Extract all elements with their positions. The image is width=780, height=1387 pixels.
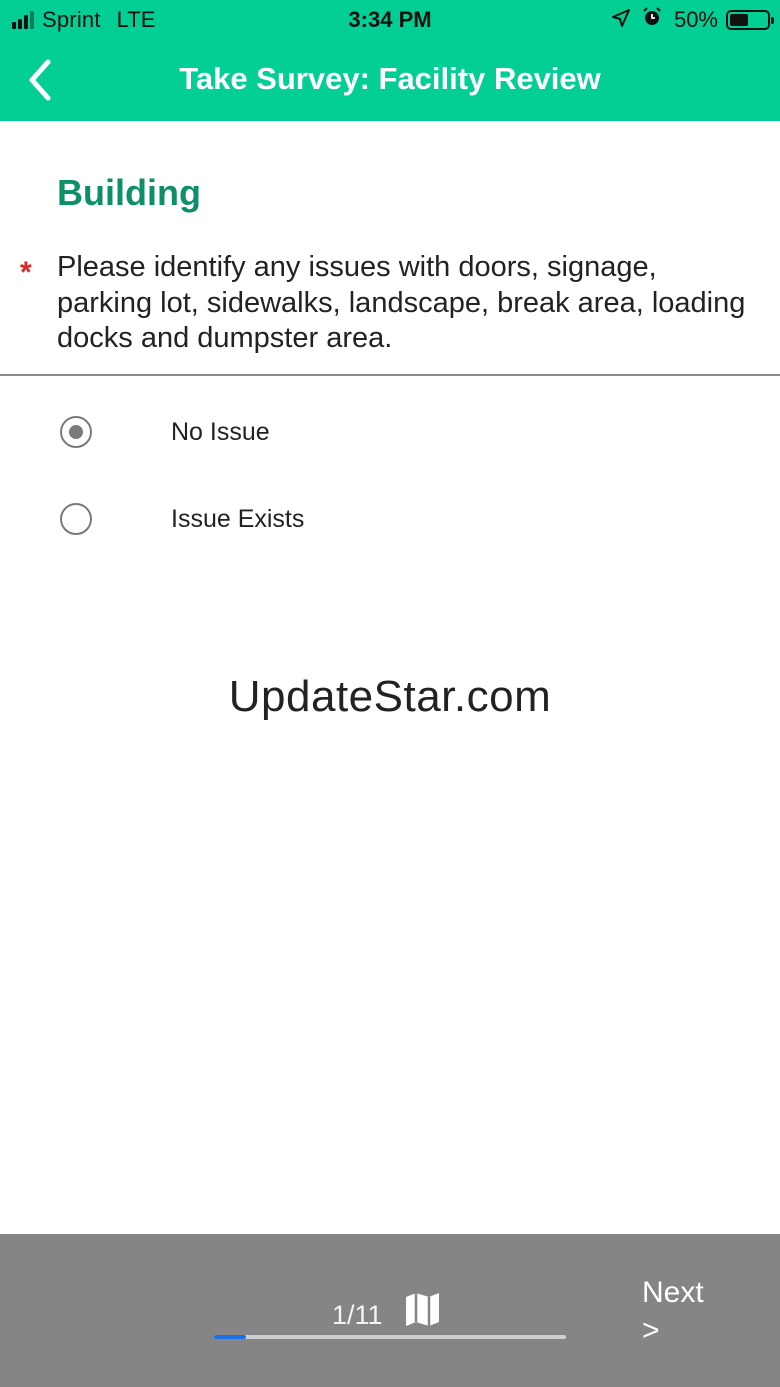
status-bar: Sprint LTE 3:34 PM 50%	[0, 0, 780, 40]
required-marker: *	[20, 256, 32, 289]
battery-icon	[726, 10, 774, 30]
watermark: UpdateStar.com	[228, 672, 552, 721]
option-label: Issue Exists	[171, 505, 305, 533]
option-label: No Issue	[171, 418, 270, 446]
option-no-issue[interactable]: No Issue	[0, 402, 780, 462]
page-title: Take Survey: Facility Review	[179, 61, 601, 96]
progress-bar-fill	[214, 1335, 246, 1339]
map-icon[interactable]	[404, 1292, 441, 1327]
divider	[0, 374, 780, 376]
radio-selected-dot	[69, 425, 83, 439]
footer-bar: 1/11 Next >	[0, 1234, 780, 1387]
app-header: Sprint LTE 3:34 PM 50% Take Survey: Faci…	[0, 0, 780, 121]
section-title: Building	[57, 172, 201, 213]
battery-percent: 50%	[673, 7, 718, 32]
question-text: Please identify any issues with doors, s…	[57, 251, 746, 354]
location-arrow-icon	[611, 7, 630, 33]
progress-bar	[214, 1335, 566, 1339]
next-button[interactable]: Next >	[642, 1274, 752, 1354]
page-indicator: 1/11	[332, 1300, 383, 1330]
alarm-clock-icon	[642, 7, 662, 33]
next-label: Next	[642, 1276, 704, 1309]
option-issue-exists[interactable]: Issue Exists	[0, 489, 780, 549]
radio-button[interactable]	[60, 503, 92, 535]
chevron-right-icon: >	[642, 1314, 660, 1347]
status-bar-right: 50%	[611, 7, 774, 33]
radio-button-selected[interactable]	[60, 416, 92, 448]
battery-fill	[730, 14, 748, 26]
